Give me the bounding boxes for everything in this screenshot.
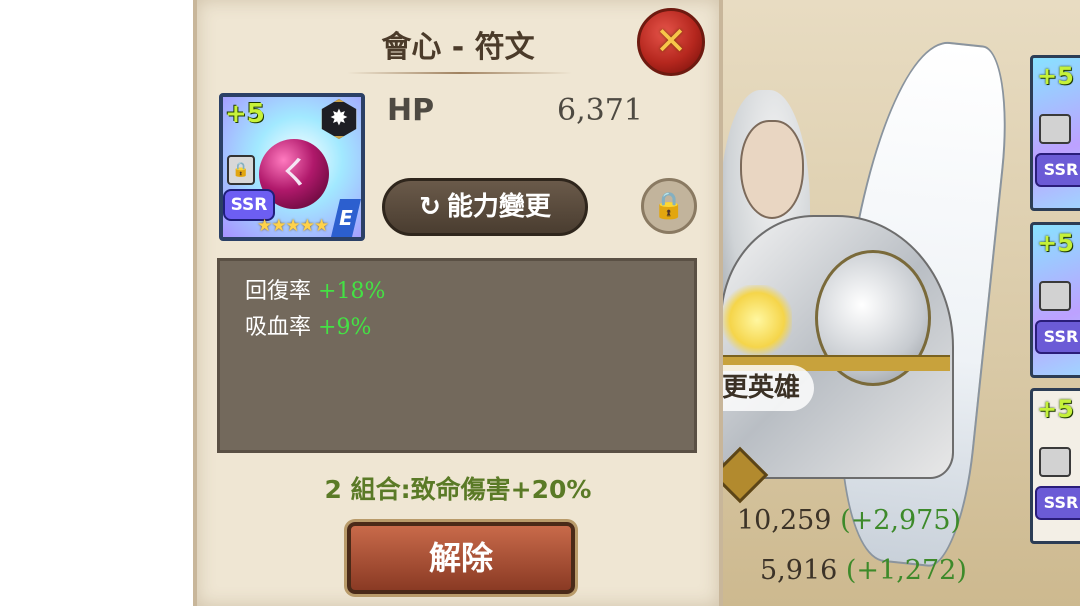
rune-stars: ★★★★★	[257, 216, 329, 236]
hero-stat-2-value: 5,916	[760, 555, 838, 586]
change-ability-label: 能力變更	[446, 192, 551, 222]
rune-slot-plus: +5	[1037, 229, 1074, 257]
rune-plus-level: +5	[225, 99, 265, 129]
sub-stat-row: 吸血率 +9%	[245, 309, 371, 341]
rune-tier-badge: E	[331, 199, 361, 237]
rarity-badge: SSR	[1035, 320, 1080, 354]
sub-stat-value: +18%	[318, 279, 386, 304]
rune-slot-plus: +5	[1037, 62, 1074, 90]
close-icon: ✕	[655, 19, 687, 63]
light-burst	[722, 285, 792, 355]
rune-lock-glyph: 🔒	[232, 162, 250, 178]
rune-slot-card[interactable]: +5 SSR	[1030, 222, 1080, 378]
rune-detail-panel: 會心 - 符文 ✕ +5 ✸ ㄑ 🔒 SSR ★★★★★ E HP 6,371 …	[193, 0, 723, 606]
hero-stat-1-bonus: (+2,975)	[840, 505, 962, 536]
hero-scene: 更英雄 10,259 (+2,975) 5,916 (+1,272)	[700, 0, 1080, 606]
rune-lock-icon: 🔒	[227, 155, 255, 185]
hero-stat-2-bonus: (+1,272)	[845, 555, 967, 586]
lock-button[interactable]: 🔒	[641, 178, 697, 234]
close-button[interactable]: ✕	[637, 8, 705, 76]
sub-stats-box: 回復率 +18% 吸血率 +9%	[217, 258, 697, 453]
hero-stat-1-value: 10,259	[737, 505, 832, 536]
rarity-badge: SSR	[1035, 153, 1080, 187]
main-stat-value: 6,371	[557, 93, 643, 128]
rune-card: +5 ✸ ㄑ 🔒 SSR ★★★★★ E	[219, 93, 365, 241]
hero-stat-1: 10,259 (+2,975)	[737, 505, 961, 536]
release-button[interactable]: 解除	[347, 522, 575, 594]
hero-face	[740, 120, 804, 219]
set-bonus-text: 2 組合:致命傷害+20%	[324, 475, 592, 504]
lock-icon	[1039, 281, 1071, 311]
lock-icon	[1039, 447, 1071, 477]
title-divider	[347, 72, 572, 74]
hero-stat-2: 5,916 (+1,272)	[760, 555, 967, 586]
sub-stat-label: 吸血率	[245, 315, 312, 340]
rune-slot-card-selected[interactable]: +5 SSR	[1030, 388, 1080, 544]
sub-stat-value: +9%	[318, 315, 372, 340]
rarity-badge: SSR	[1035, 486, 1080, 520]
refresh-icon: ↻	[419, 192, 441, 222]
rune-type-badge-icon: ✸	[321, 99, 357, 139]
main-stat-name: HP	[387, 93, 435, 128]
sub-stat-row: 回復率 +18%	[245, 273, 385, 305]
rune-slot-card[interactable]: +5 SSR	[1030, 55, 1080, 211]
sub-stat-label: 回復率	[245, 279, 312, 304]
change-ability-button[interactable]: ↻ 能力變更	[382, 178, 588, 236]
lock-icon: 🔒	[652, 191, 686, 221]
rune-slot-plus: +5	[1037, 395, 1074, 423]
lock-icon	[1039, 114, 1071, 144]
